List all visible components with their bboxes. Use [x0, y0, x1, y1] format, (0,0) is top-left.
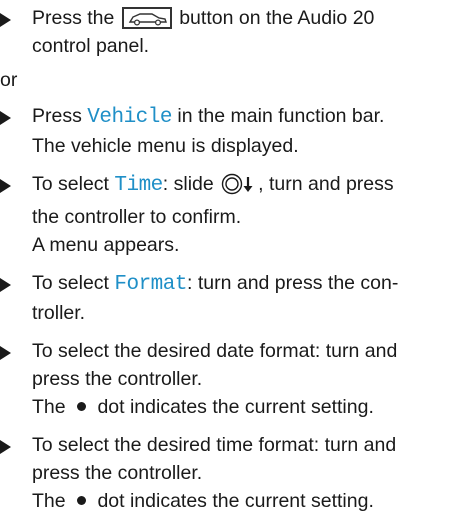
step-line: To select Time: slide , turn and press — [32, 170, 471, 203]
step-result: The vehicle menu is displayed. — [32, 135, 299, 157]
step-line: control panel. — [32, 35, 150, 57]
step-line: the controller to confirm. — [32, 206, 242, 228]
step-line: troller. — [32, 302, 86, 324]
step-text: button on the Audio 20 — [173, 7, 375, 29]
dot-indicator-icon — [77, 402, 87, 411]
step-arrow-icon — [0, 346, 11, 360]
step-arrow-icon — [0, 440, 11, 454]
step-select-time-format: To select the desired time format: turn … — [0, 431, 471, 515]
step-text: Press — [32, 105, 88, 127]
keyword-vehicle: Vehicle — [87, 106, 172, 129]
step-text: : slide — [162, 173, 220, 195]
step-arrow-icon — [0, 13, 11, 27]
step-text: To select — [32, 272, 115, 294]
step-arrow-icon — [0, 111, 11, 125]
step-arrow-icon — [0, 278, 11, 292]
step-line: press the controller. — [32, 462, 203, 484]
keyword-time: Time — [114, 174, 163, 197]
step-result: The dot indicates the current setting. — [32, 487, 471, 515]
step-line: To select the desired date format: turn … — [32, 340, 398, 362]
step-text: , turn and press — [258, 173, 394, 195]
or-separator: or — [0, 69, 18, 91]
step-press-vehicle: Press Vehicle in the main function bar. … — [0, 102, 471, 160]
step-line: Press the button on the Audio 20 — [32, 4, 471, 32]
step-text: The — [32, 490, 72, 512]
step-line: press the controller. — [32, 368, 203, 390]
step-select-time: To select Time: slide , turn and press t… — [0, 170, 471, 259]
step-result: The dot indicates the current setting. — [32, 393, 471, 421]
step-text: dot indicates the current setting. — [92, 490, 374, 512]
step-arrow-icon — [0, 179, 11, 193]
step-line: Press Vehicle in the main function bar. — [32, 102, 471, 132]
instruction-page: Press the button on the Audio 20 control… — [0, 0, 471, 512]
step-line: To select Format: turn and press the con… — [32, 269, 471, 299]
keyword-format: Format — [114, 273, 187, 296]
step-text: The — [32, 396, 72, 418]
controller-slide-down-icon — [221, 173, 257, 203]
step-line: To select the desired time format: turn … — [32, 434, 397, 456]
step-text: : turn and press the con- — [187, 272, 399, 294]
step-press-car-button: Press the button on the Audio 20 control… — [0, 4, 471, 60]
step-text: Press the — [32, 7, 120, 29]
step-text: To select — [32, 173, 115, 195]
step-result: A menu appears. — [32, 234, 180, 256]
step-select-date-format: To select the desired date format: turn … — [0, 337, 471, 421]
step-select-format: To select Format: turn and press the con… — [0, 269, 471, 327]
step-text: in the main function bar. — [171, 105, 385, 127]
car-button-icon — [121, 7, 172, 29]
step-text: dot indicates the current setting. — [92, 396, 374, 418]
